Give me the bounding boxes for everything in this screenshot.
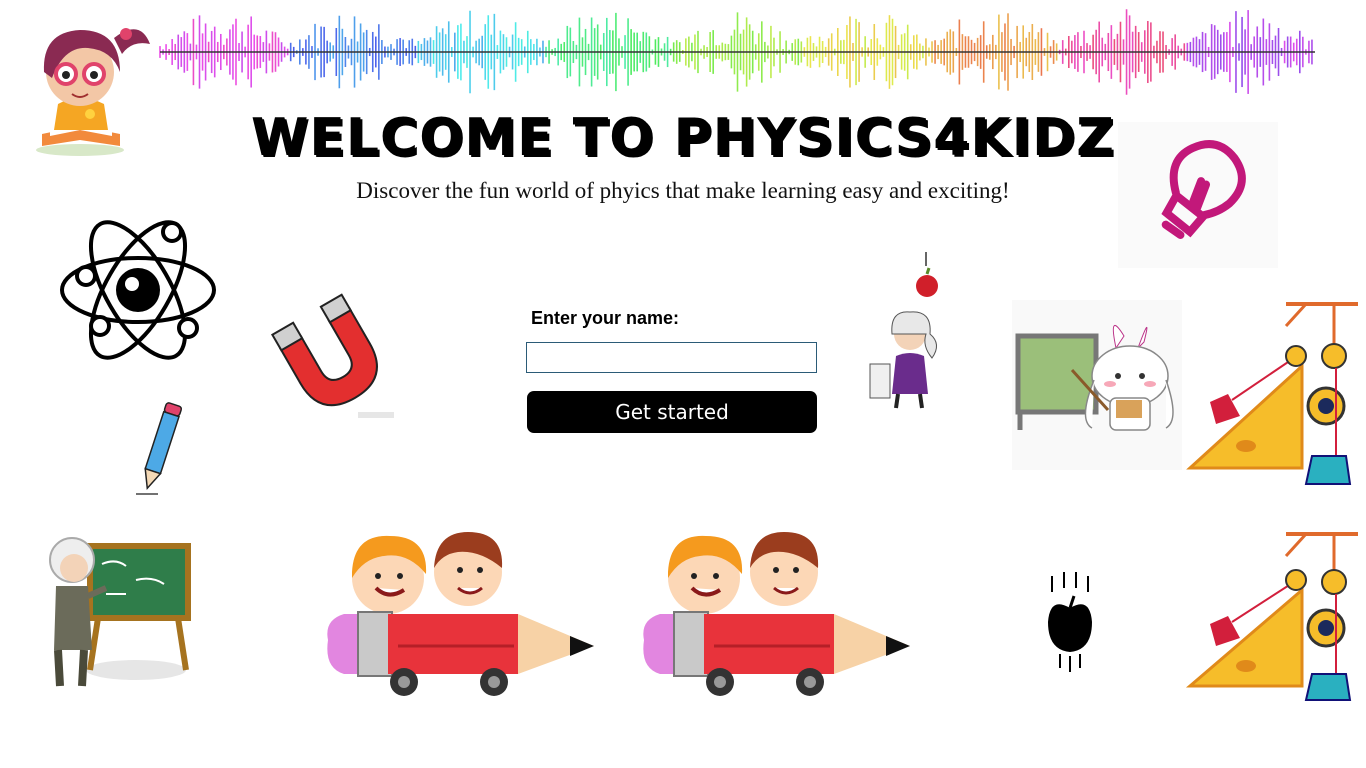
pulley-ramp-icon (1185, 532, 1358, 701)
name-label: Enter your name: (531, 308, 680, 328)
magnet-icon (270, 293, 394, 418)
bunny-teacher-icon (1012, 300, 1182, 470)
kids-pencil-car-icon (643, 532, 910, 696)
einstein-chalkboard-icon (49, 537, 191, 687)
kids-pencil-car-icon (327, 532, 594, 696)
sound-wave-banner (159, 9, 1315, 95)
newton-apple-icon (869, 252, 938, 409)
get-started-button[interactable]: Get started (527, 391, 817, 433)
pencil-icon (136, 402, 183, 495)
lightbulb-icon (1118, 122, 1278, 268)
falling-apple-icon (1048, 572, 1092, 672)
atom-icon (60, 220, 216, 360)
name-input[interactable] (526, 342, 817, 373)
pulley-ramp-icon (1186, 302, 1358, 485)
